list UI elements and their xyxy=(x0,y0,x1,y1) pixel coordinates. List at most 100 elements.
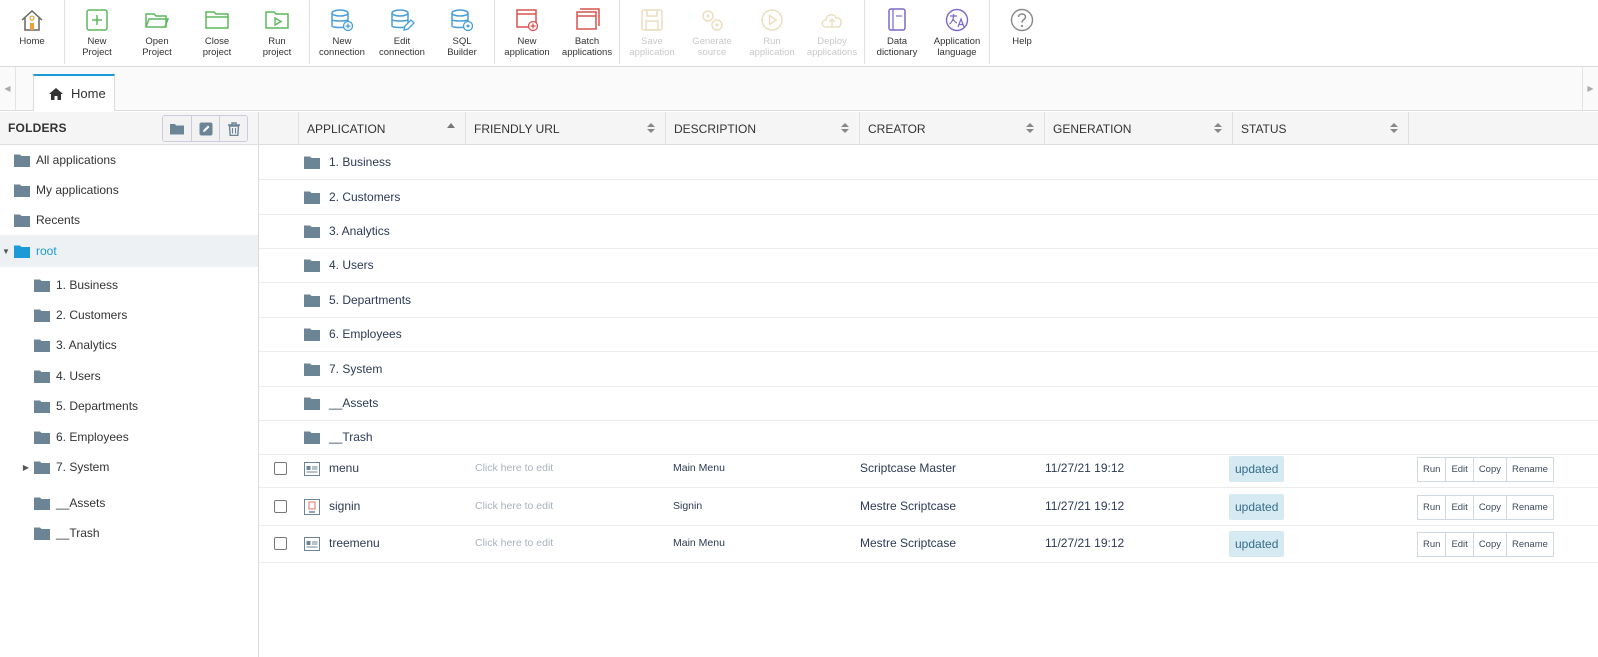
help-button[interactable]: Help xyxy=(992,0,1052,64)
folder-business[interactable]: 1. Business xyxy=(0,270,258,300)
table-row: menu Click here to edit Main Menu Script… xyxy=(259,450,1598,488)
app-name[interactable]: treemenu xyxy=(329,536,380,550)
copy-button[interactable]: Copy xyxy=(1472,458,1506,481)
folder-row[interactable]: 2. Customers xyxy=(259,180,1598,215)
folder-trash[interactable]: __Trash xyxy=(0,518,258,548)
batch-applications-button[interactable]: Batch applications xyxy=(557,0,617,64)
folder-icon xyxy=(34,309,50,322)
column-application[interactable]: APPLICATION xyxy=(299,112,466,145)
folder-root[interactable]: ▼ root xyxy=(0,235,258,267)
status-badge: updated xyxy=(1229,456,1285,482)
friendly-url-edit[interactable]: Click here to edit xyxy=(475,500,553,512)
folder-row[interactable]: 6. Employees xyxy=(259,317,1598,352)
column-generation[interactable]: GENERATION xyxy=(1045,112,1233,145)
folder-label: 3. Analytics xyxy=(56,338,117,352)
data-dictionary-button[interactable]: Data dictionary xyxy=(867,0,927,64)
folder-departments[interactable]: 5. Departments xyxy=(0,391,258,421)
edit-button[interactable]: Edit xyxy=(1445,533,1473,556)
new-folder-button[interactable] xyxy=(163,116,191,141)
deploy-applications-button[interactable]: Deploy applications xyxy=(802,0,862,64)
run-button[interactable]: Run xyxy=(1418,533,1446,556)
run-button[interactable]: Run xyxy=(1418,496,1446,519)
close-project-button[interactable]: Close project xyxy=(187,0,247,64)
app-name[interactable]: menu xyxy=(329,461,359,475)
folder-recents[interactable]: Recents xyxy=(0,205,258,235)
friendly-url-edit[interactable]: Click here to edit xyxy=(475,462,553,474)
column-status[interactable]: STATUS xyxy=(1233,112,1409,145)
sort-icon xyxy=(841,123,849,133)
folder-label: root xyxy=(36,244,57,258)
application-language-button[interactable]: Application language xyxy=(927,0,987,64)
rename-folder-button[interactable] xyxy=(191,116,219,141)
edit-button[interactable]: Edit xyxy=(1445,458,1473,481)
new-connection-button[interactable]: New connection xyxy=(312,0,372,64)
run-project-icon xyxy=(265,11,289,29)
caret-down-icon[interactable]: ▼ xyxy=(2,247,10,256)
app-generation: 11/27/21 19:12 xyxy=(1045,461,1125,475)
home-icon xyxy=(21,9,43,31)
folder-system[interactable]: ▶ 7. System xyxy=(0,452,258,482)
folder-row[interactable]: 1. Business xyxy=(259,145,1598,180)
folder-row[interactable]: 4. Users xyxy=(259,248,1598,283)
tab-scroll-right-button[interactable]: ▶ xyxy=(1582,67,1598,110)
folder-my-applications[interactable]: My applications xyxy=(0,175,258,205)
folder-label: __Assets xyxy=(56,496,106,510)
folder-all-applications[interactable]: All applications xyxy=(0,145,258,175)
row-checkbox[interactable] xyxy=(274,500,287,513)
tab-home[interactable]: Home xyxy=(33,74,115,111)
toolbar-group-tools: Data dictionary Application language xyxy=(865,0,990,64)
tab-scroll-left-button[interactable]: ◀ xyxy=(0,67,16,110)
home-button[interactable]: Home xyxy=(2,0,62,64)
folder-row[interactable]: __Assets xyxy=(259,386,1598,421)
column-creator[interactable]: CREATOR xyxy=(860,112,1045,145)
column-description[interactable]: DESCRIPTION xyxy=(666,112,860,145)
folder-employees[interactable]: 6. Employees xyxy=(0,422,258,452)
edit-button[interactable]: Edit xyxy=(1445,496,1473,519)
open-project-button[interactable]: Open Project xyxy=(127,0,187,64)
toolbar-group-connection: New connection Edit connection SQL Build… xyxy=(310,0,495,64)
main-toolbar: Home New Project Open Project Close proj… xyxy=(0,0,1598,67)
sort-asc-icon xyxy=(447,123,455,128)
generate-source-button[interactable]: Generate source xyxy=(682,0,742,64)
folder-row-name: __Assets xyxy=(329,396,379,410)
sort-icon xyxy=(1390,123,1398,133)
select-column xyxy=(259,112,299,145)
row-checkbox[interactable] xyxy=(274,537,287,550)
pencil-square-icon xyxy=(199,122,212,135)
save-application-button[interactable]: Save application xyxy=(622,0,682,64)
run-project-button[interactable]: Run project xyxy=(247,0,307,64)
database-gear-icon xyxy=(451,9,474,32)
folder-label: My applications xyxy=(36,183,119,197)
column-friendly-url[interactable]: FRIENDLY URL xyxy=(466,112,666,145)
caret-right-icon[interactable]: ▶ xyxy=(22,463,30,472)
edit-connection-button[interactable]: Edit connection xyxy=(372,0,432,64)
folder-assets[interactable]: __Assets xyxy=(0,488,258,518)
new-project-icon xyxy=(86,9,108,31)
folder-customers[interactable]: 2. Customers xyxy=(0,300,258,330)
new-project-button[interactable]: New Project xyxy=(67,0,127,64)
database-add-icon xyxy=(331,9,354,32)
delete-folder-button[interactable] xyxy=(219,116,247,141)
folder-row[interactable]: 5. Departments xyxy=(259,283,1598,318)
new-application-button[interactable]: New application xyxy=(497,0,557,64)
sql-builder-button[interactable]: SQL Builder xyxy=(432,0,492,64)
folder-users[interactable]: 4. Users xyxy=(0,361,258,391)
open-folder-icon xyxy=(145,13,170,28)
applications-grid: APPLICATION FRIENDLY URL DESCRIPTION CRE… xyxy=(259,112,1598,657)
rename-button[interactable]: Rename xyxy=(1506,496,1553,519)
run-application-button[interactable]: Run application xyxy=(742,0,802,64)
folder-row[interactable]: 3. Analytics xyxy=(259,214,1598,249)
copy-button[interactable]: Copy xyxy=(1472,533,1506,556)
folder-row[interactable]: 7. System xyxy=(259,352,1598,387)
copy-button[interactable]: Copy xyxy=(1472,496,1506,519)
folder-icon xyxy=(14,184,30,197)
folder-icon xyxy=(14,245,30,258)
friendly-url-edit[interactable]: Click here to edit xyxy=(475,537,553,549)
row-checkbox[interactable] xyxy=(274,462,287,475)
folder-analytics[interactable]: 3. Analytics xyxy=(0,330,258,360)
run-button[interactable]: Run xyxy=(1418,458,1446,481)
rename-button[interactable]: Rename xyxy=(1506,458,1553,481)
app-name[interactable]: signin xyxy=(329,499,360,513)
rename-button[interactable]: Rename xyxy=(1506,533,1553,556)
tab-bar: ◀ Home ▶ xyxy=(0,67,1598,111)
